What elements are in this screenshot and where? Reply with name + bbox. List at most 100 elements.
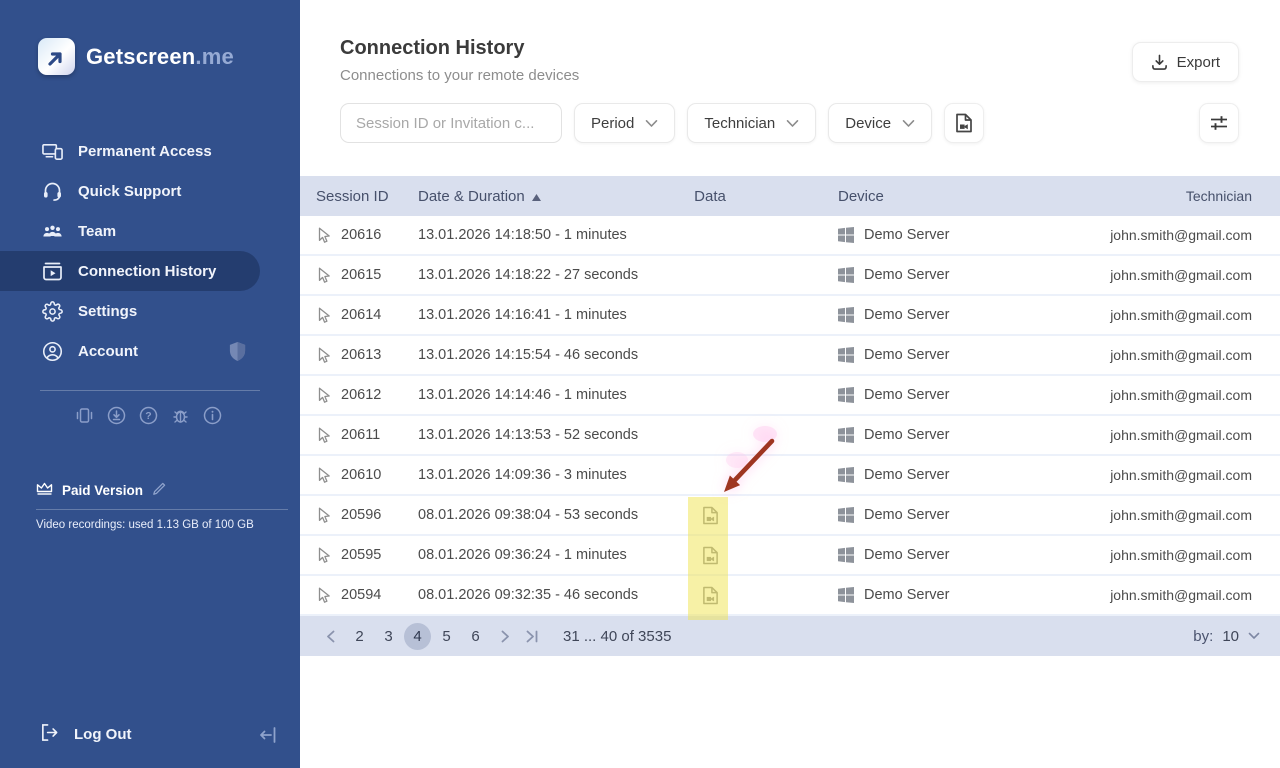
windows-icon bbox=[838, 507, 854, 523]
table-row[interactable]: 2061613.01.2026 14:18:50 - 1 minutesDemo… bbox=[300, 216, 1280, 256]
getscreen-logo-icon bbox=[38, 38, 75, 75]
table-body: 2061613.01.2026 14:18:50 - 1 minutesDemo… bbox=[300, 216, 1280, 616]
device-filter-dropdown[interactable]: Device bbox=[828, 103, 932, 143]
date-duration-cell: 08.01.2026 09:38:04 - 53 seconds bbox=[418, 507, 690, 523]
security-shield-icon bbox=[227, 341, 248, 362]
page-number-6[interactable]: 6 bbox=[462, 623, 489, 650]
windows-icon bbox=[838, 347, 854, 363]
session-id: 20611 bbox=[341, 427, 380, 443]
table-row[interactable]: 2061413.01.2026 14:16:41 - 1 minutesDemo… bbox=[300, 296, 1280, 336]
session-cell: 20612 bbox=[300, 387, 418, 404]
device-name: Demo Server bbox=[864, 587, 949, 603]
session-cell: 20594 bbox=[300, 587, 418, 604]
main-content: Connection History Connections to your r… bbox=[300, 0, 1280, 768]
table-row[interactable]: 2061213.01.2026 14:14:46 - 1 minutesDemo… bbox=[300, 376, 1280, 416]
storage-usage-text: Video recordings: used 1.13 GB of 100 GB bbox=[0, 519, 300, 531]
table-row[interactable]: 2061313.01.2026 14:15:54 - 46 secondsDem… bbox=[300, 336, 1280, 376]
download-icon[interactable] bbox=[107, 406, 126, 425]
column-header-data[interactable]: Data bbox=[690, 188, 730, 205]
column-header-device[interactable]: Device bbox=[730, 188, 1000, 205]
edit-plan-icon[interactable] bbox=[152, 482, 166, 499]
technician-cell: john.smith@gmail.com bbox=[1000, 347, 1280, 363]
windows-icon bbox=[838, 267, 854, 283]
recordings-filter-button[interactable] bbox=[944, 103, 984, 143]
table-settings-button[interactable] bbox=[1199, 103, 1239, 143]
bug-icon[interactable] bbox=[171, 406, 190, 425]
recording-file-icon[interactable] bbox=[702, 506, 719, 525]
connection-history-table: Session ID Date & Duration Data Device T… bbox=[300, 176, 1280, 616]
pointer-icon bbox=[316, 267, 331, 284]
table-row[interactable]: 2059508.01.2026 09:36:24 - 1 minutesDemo… bbox=[300, 536, 1280, 576]
technician-cell: john.smith@gmail.com bbox=[1000, 227, 1280, 243]
last-page-icon[interactable] bbox=[521, 623, 545, 649]
info-icon[interactable] bbox=[203, 406, 222, 425]
session-cell: 20614 bbox=[300, 307, 418, 324]
table-row[interactable]: 20594 08.01.2026 09:32:35 - 46 seconds Dem… bbox=[300, 576, 1280, 616]
prev-page-icon[interactable] bbox=[318, 623, 342, 649]
sidebar-item-team[interactable]: Team bbox=[0, 211, 260, 251]
date-duration-cell: 13.01.2026 14:18:50 - 1 minutes bbox=[418, 227, 690, 243]
page-numbers: 23456 bbox=[346, 623, 489, 650]
search-input[interactable] bbox=[340, 103, 562, 143]
device-name: Demo Server bbox=[864, 387, 949, 403]
pointer-icon bbox=[316, 227, 331, 244]
device-name: Demo Server bbox=[864, 307, 949, 323]
recording-file-icon[interactable] bbox=[702, 586, 719, 605]
pointer-icon bbox=[316, 427, 331, 444]
table-row[interactable]: 2061013.01.2026 14:09:36 - 3 minutesDemo… bbox=[300, 456, 1280, 496]
data-cell bbox=[690, 506, 730, 525]
data-cell bbox=[690, 546, 730, 565]
sidebar-item-label: Settings bbox=[78, 303, 137, 320]
sidebar-item-label: Connection History bbox=[78, 263, 216, 280]
history-icon bbox=[42, 261, 63, 282]
filter-bar: Period Technician Device bbox=[340, 103, 1239, 143]
table-row[interactable]: 2061113.01.2026 14:13:53 - 52 secondsDem… bbox=[300, 416, 1280, 456]
sidebar-item-settings[interactable]: Settings bbox=[0, 291, 260, 331]
device-cell: Demo Server bbox=[730, 467, 1000, 483]
pagination-range: 31 ... 40 of 3535 bbox=[563, 628, 671, 645]
sidebar-item-quick-support[interactable]: Quick Support bbox=[0, 171, 260, 211]
windows-icon bbox=[838, 427, 854, 443]
logout-label[interactable]: Log Out bbox=[74, 726, 131, 743]
column-header-session-id[interactable]: Session ID bbox=[300, 188, 418, 205]
technician-cell: john.smith@gmail.com bbox=[1000, 547, 1280, 563]
brand-logo[interactable]: Getscreen.me bbox=[0, 0, 300, 75]
sliders-icon bbox=[1209, 114, 1229, 132]
table-row[interactable]: 2059608.01.2026 09:38:04 - 53 secondsDem… bbox=[300, 496, 1280, 536]
period-filter-dropdown[interactable]: Period bbox=[574, 103, 675, 143]
chevron-down-icon bbox=[902, 119, 915, 128]
recording-file-icon[interactable] bbox=[702, 546, 719, 565]
session-id: 20594 bbox=[341, 587, 381, 603]
technician-cell: john.smith@gmail.com bbox=[1000, 427, 1280, 443]
sidebar-item-account[interactable]: Account bbox=[0, 331, 260, 371]
per-page-selector[interactable]: by: 10 bbox=[1193, 628, 1260, 645]
page-number-3[interactable]: 3 bbox=[375, 623, 402, 650]
page-title: Connection History bbox=[340, 37, 1240, 60]
sidebar-item-connection-history[interactable]: Connection History bbox=[0, 251, 260, 291]
file-video-icon bbox=[955, 113, 973, 133]
technician-filter-dropdown[interactable]: Technician bbox=[687, 103, 816, 143]
per-page-value: 10 bbox=[1222, 628, 1239, 645]
sidebar-item-permanent-access[interactable]: Permanent Access bbox=[0, 131, 260, 171]
sort-asc-icon bbox=[532, 188, 541, 205]
technician-cell: john.smith@gmail.com bbox=[1000, 587, 1280, 603]
help-icon[interactable]: ? bbox=[139, 406, 158, 425]
session-id: 20612 bbox=[341, 387, 381, 403]
sidebar-divider bbox=[40, 390, 260, 391]
column-header-technician[interactable]: Technician bbox=[1000, 188, 1280, 204]
column-header-date-duration[interactable]: Date & Duration bbox=[418, 188, 690, 205]
filter-dropdowns: Period Technician Device bbox=[574, 103, 932, 143]
page-number-2[interactable]: 2 bbox=[346, 623, 373, 650]
date-duration-cell: 08.01.2026 09:32:35 - 46 seconds bbox=[418, 587, 690, 603]
dropdown-label: Device bbox=[845, 115, 891, 132]
next-page-icon[interactable] bbox=[493, 623, 517, 649]
pointer-icon bbox=[316, 467, 331, 484]
collapse-sidebar-icon[interactable] bbox=[258, 726, 278, 744]
page-number-4[interactable]: 4 bbox=[404, 623, 431, 650]
sidebar-divider bbox=[36, 509, 288, 510]
date-duration-cell: 13.01.2026 14:13:53 - 52 seconds bbox=[418, 427, 690, 443]
table-row[interactable]: 2061513.01.2026 14:18:22 - 27 secondsDem… bbox=[300, 256, 1280, 296]
device-rotate-icon[interactable] bbox=[75, 406, 94, 425]
page-number-5[interactable]: 5 bbox=[433, 623, 460, 650]
export-button[interactable]: Export bbox=[1132, 42, 1239, 82]
